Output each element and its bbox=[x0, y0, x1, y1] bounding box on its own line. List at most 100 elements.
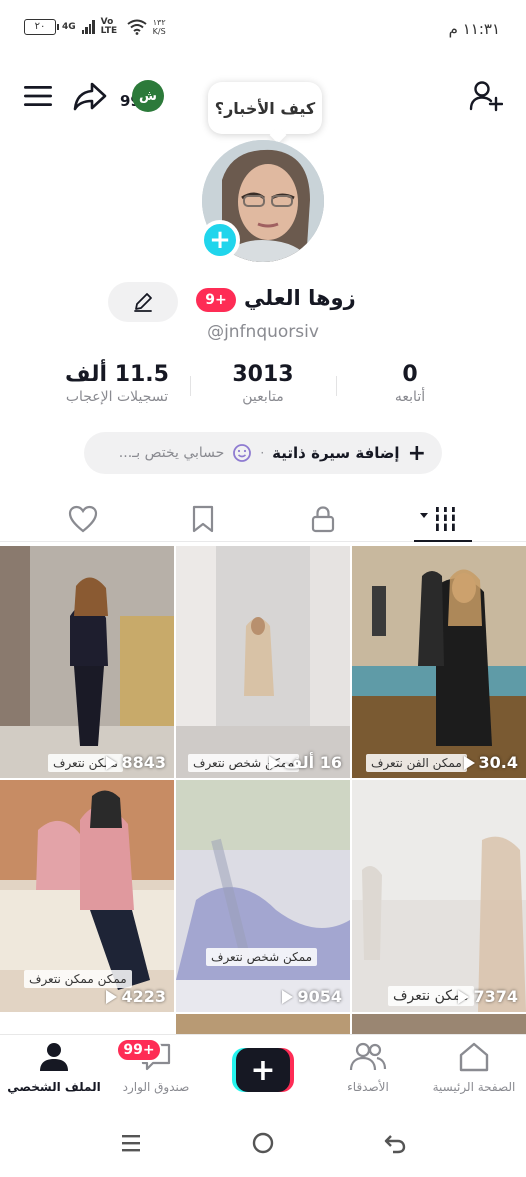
stat-divider bbox=[190, 376, 191, 396]
video-tile[interactable]: ممكن نتعرف 8843 bbox=[0, 546, 174, 778]
plus-icon: + bbox=[407, 440, 426, 466]
nav-friends[interactable]: الأصدقاء bbox=[318, 1041, 418, 1094]
back-button[interactable] bbox=[380, 1128, 410, 1158]
menu-button[interactable] bbox=[20, 80, 56, 112]
video-tile[interactable]: ممكن شخص نتعرف 9054 bbox=[176, 780, 350, 1012]
tab-private[interactable] bbox=[283, 496, 363, 542]
volte-label: Vo LTE bbox=[100, 17, 118, 36]
video-views: 16 ألف bbox=[268, 753, 342, 772]
clock: ١١:٣١ م bbox=[448, 20, 500, 38]
profile-badge[interactable]: 9+ bbox=[196, 288, 236, 312]
video-views: 9054 bbox=[282, 987, 342, 1006]
circle-home-icon bbox=[252, 1132, 274, 1154]
plus-icon: + bbox=[209, 225, 231, 255]
tab-liked[interactable] bbox=[43, 496, 123, 542]
profile-icon bbox=[40, 1043, 68, 1071]
stat-likes-value: 11.5 ألف bbox=[65, 362, 169, 387]
notification-badge[interactable]: 99 ش bbox=[120, 78, 164, 114]
video-tile[interactable]: ممكن ممكن نتعرف 4223 bbox=[0, 780, 174, 1012]
add-story-button[interactable]: + bbox=[200, 220, 240, 260]
nav-home[interactable]: الصفحة الرئيسية bbox=[424, 1041, 524, 1094]
stat-likes-label: تسجيلات الإعجاب bbox=[65, 389, 169, 405]
nav-profile-label: الملف الشخصي bbox=[7, 1080, 101, 1094]
speed-unit: K/S bbox=[152, 27, 166, 36]
stat-followers-value: 3013 bbox=[232, 362, 294, 387]
recents-icon bbox=[122, 1135, 140, 1152]
video-thumbnail bbox=[352, 780, 526, 1012]
notification-circle: ش bbox=[132, 80, 164, 112]
stat-following-label: أتابعه bbox=[394, 389, 426, 405]
bio-add-label: إضافة سيرة ذاتية bbox=[272, 444, 400, 462]
hamburger-icon bbox=[24, 86, 52, 106]
video-thumbnail bbox=[0, 546, 174, 778]
video-views-count: 7374 bbox=[473, 987, 518, 1006]
status-bubble-text: كيف الأخبار؟ bbox=[214, 98, 316, 118]
smiley-icon bbox=[233, 444, 252, 462]
tab-favorites[interactable] bbox=[163, 496, 243, 542]
video-tile[interactable]: ممكن شخص نتعرف 16 ألف bbox=[176, 546, 350, 778]
home-system-button[interactable] bbox=[248, 1128, 278, 1158]
bookmark-icon bbox=[192, 505, 214, 533]
stat-divider bbox=[336, 376, 337, 396]
lock-icon bbox=[311, 506, 335, 533]
add-bio-button[interactable]: حسابي يختص بـ... · إضافة سيرة ذاتية + bbox=[84, 432, 442, 474]
video-caption: ممكن شخص نتعرف bbox=[206, 948, 318, 966]
display-name: زوها العلي bbox=[244, 286, 356, 310]
video-views-count: 9054 bbox=[297, 987, 342, 1006]
video-views-count: 4223 bbox=[121, 987, 166, 1006]
play-icon bbox=[106, 989, 118, 1004]
wifi-icon bbox=[127, 19, 147, 35]
nav-inbox-label: صندوق الوارد bbox=[122, 1080, 190, 1094]
stat-following[interactable]: 0 أتابعه bbox=[362, 362, 458, 405]
play-icon bbox=[282, 989, 294, 1004]
play-icon bbox=[268, 755, 280, 770]
grid-videos-icon bbox=[420, 507, 457, 531]
network-speed: ١٣٢ K/S bbox=[153, 18, 166, 36]
video-views-count: 8843 bbox=[121, 753, 166, 772]
share-icon bbox=[73, 82, 107, 111]
content-tabs bbox=[0, 496, 526, 542]
video-tile[interactable]: ممكن نتعرف 7374 bbox=[352, 780, 526, 1012]
inbox-badge: 99+ bbox=[116, 1038, 162, 1062]
video-views: 7374 bbox=[458, 987, 518, 1006]
battery-level: ٢٠ bbox=[34, 21, 46, 32]
video-views-count: 30.4 bbox=[478, 753, 518, 772]
back-icon bbox=[384, 1135, 406, 1154]
video-views: 30.4 bbox=[463, 753, 518, 772]
video-caption: ممكن الفن نتعرف bbox=[366, 754, 467, 772]
nav-home-label: الصفحة الرئيسية bbox=[432, 1080, 516, 1094]
pencil-icon bbox=[134, 293, 152, 312]
nav-profile[interactable]: الملف الشخصي bbox=[4, 1041, 104, 1094]
video-views: 4223 bbox=[106, 987, 166, 1006]
bio-hint: حسابي يختص بـ... bbox=[118, 445, 225, 461]
active-tab-indicator bbox=[414, 540, 472, 542]
edit-profile-button[interactable] bbox=[108, 282, 178, 322]
create-plus-icon: + bbox=[236, 1048, 290, 1092]
recents-button[interactable] bbox=[116, 1128, 146, 1158]
home-icon bbox=[459, 1042, 489, 1072]
network-type: 4G bbox=[62, 21, 76, 32]
video-tile[interactable]: ممكن الفن نتعرف 30.4 bbox=[352, 546, 526, 778]
add-friend-button[interactable] bbox=[466, 78, 506, 114]
add-user-icon bbox=[469, 81, 503, 112]
status-bubble[interactable]: كيف الأخبار؟ bbox=[208, 82, 322, 134]
stat-followers[interactable]: 3013 متابعين bbox=[210, 362, 316, 405]
heart-icon bbox=[68, 505, 98, 533]
video-tile[interactable] bbox=[352, 1014, 526, 1034]
video-caption: ممكن ممكن نتعرف bbox=[24, 970, 132, 988]
speed-value: ١٣٢ bbox=[152, 18, 166, 27]
share-profile-button[interactable] bbox=[70, 78, 110, 114]
stat-likes[interactable]: 11.5 ألف تسجيلات الإعجاب bbox=[46, 362, 188, 405]
tab-videos[interactable] bbox=[400, 496, 480, 542]
video-thumbnail bbox=[176, 546, 350, 778]
create-button[interactable]: + bbox=[232, 1048, 294, 1092]
stat-following-value: 0 bbox=[402, 362, 418, 387]
video-thumbnail bbox=[176, 780, 350, 1012]
signal-icon bbox=[81, 20, 95, 34]
video-thumbnail bbox=[352, 546, 526, 778]
video-tile[interactable] bbox=[176, 1014, 350, 1034]
video-views: 8843 bbox=[106, 753, 166, 772]
friends-icon bbox=[349, 1042, 387, 1071]
system-navigation bbox=[0, 1106, 526, 1177]
battery-icon: ٢٠ bbox=[24, 19, 59, 35]
